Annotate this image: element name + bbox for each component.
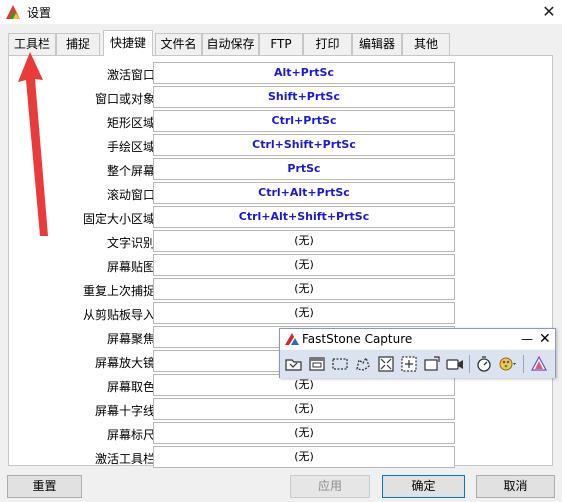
tab-capture[interactable]: 捕捉 bbox=[56, 33, 100, 56]
hotkey-row-fullscreen: 整个屏幕: PrtSc bbox=[9, 158, 554, 180]
hotkey-field[interactable]: PrtSc bbox=[153, 158, 455, 180]
toolbar-minimize-button[interactable]: — bbox=[521, 329, 533, 349]
hotkey-row-window-object: 窗口或对象: Shift+PrtSc bbox=[9, 86, 554, 108]
hotkey-row-scrolling: 滚动窗口: Ctrl+Alt+PrtSc bbox=[9, 182, 554, 204]
hotkey-field[interactable]: Ctrl+Shift+PrtSc bbox=[153, 134, 455, 156]
hotkey-field[interactable]: (无) bbox=[153, 254, 455, 276]
hotkey-row-fixed-region: 固定大小区域: Ctrl+Alt+Shift+PrtSc bbox=[9, 206, 554, 228]
hotkey-row-ruler: 屏幕标尺: (无) bbox=[9, 422, 554, 444]
hotkey-field[interactable]: Ctrl+Alt+PrtSc bbox=[153, 182, 455, 204]
hotkey-label: 窗口或对象: bbox=[94, 92, 159, 106]
hotkey-label: 屏幕取色: bbox=[106, 380, 159, 394]
hotkey-row-pin-screen: 屏幕贴图: (无) bbox=[9, 254, 554, 276]
faststone-logo-icon bbox=[285, 333, 299, 345]
hotkey-label: 屏幕贴图: bbox=[106, 260, 159, 274]
faststone-toolbar-tools bbox=[280, 350, 555, 378]
hotkey-label: 手绘区域: bbox=[106, 140, 159, 154]
tab-editor[interactable]: 编辑器 bbox=[352, 33, 402, 56]
hotkey-label: 固定大小区域: bbox=[82, 212, 159, 226]
cancel-button[interactable]: 取消 bbox=[476, 475, 555, 498]
hotkey-field[interactable]: Alt+PrtSc bbox=[153, 62, 455, 84]
open-folder-icon[interactable] bbox=[284, 354, 304, 374]
tab-hotkeys[interactable]: 快捷键 bbox=[103, 30, 153, 56]
hotkey-row-ocr: 文字识别: (无) bbox=[9, 230, 554, 252]
hotkey-field[interactable]: (无) bbox=[153, 398, 455, 420]
hotkey-label: 整个屏幕: bbox=[106, 164, 159, 178]
capture-window-icon[interactable] bbox=[307, 354, 327, 374]
hotkey-row-crosshair: 屏幕十字线: (无) bbox=[9, 398, 554, 420]
hotkey-row-import-clipboard: 从剪贴板导入: (无) bbox=[9, 302, 554, 324]
color-picker-icon[interactable] bbox=[497, 354, 517, 374]
window-title: 设置 bbox=[27, 6, 52, 20]
hotkey-row-freehand: 手绘区域: Ctrl+Shift+PrtSc bbox=[9, 134, 554, 156]
hotkey-row-rectangle: 矩形区域: Ctrl+PrtSc bbox=[9, 110, 554, 132]
hotkey-field[interactable]: (无) bbox=[153, 422, 455, 444]
hotkey-field[interactable]: (无) bbox=[153, 230, 455, 252]
hotkey-field[interactable]: Shift+PrtSc bbox=[153, 86, 455, 108]
capture-fixed-region-icon[interactable] bbox=[399, 354, 419, 374]
hotkey-field[interactable]: (无) bbox=[153, 446, 455, 468]
toolbar-separator bbox=[469, 355, 470, 373]
ok-button[interactable]: 确定 bbox=[382, 475, 465, 498]
tab-toolbar[interactable]: 工具栏 bbox=[8, 33, 56, 56]
toolbar-close-button[interactable]: ✕ bbox=[539, 329, 551, 349]
close-window-button[interactable]: ✕ bbox=[536, 0, 562, 24]
tab-ftp[interactable]: FTP bbox=[259, 33, 303, 56]
faststone-capture-toolbar[interactable]: FastStone Capture — ✕ bbox=[279, 328, 556, 378]
capture-scrolling-icon[interactable] bbox=[422, 354, 442, 374]
hotkey-label: 屏幕放大镜: bbox=[94, 356, 159, 370]
tab-filename[interactable]: 文件名 bbox=[155, 33, 202, 56]
reset-button[interactable]: 重置 bbox=[7, 475, 82, 498]
faststone-toolbar-header: FastStone Capture — ✕ bbox=[280, 329, 555, 349]
screen-record-icon[interactable] bbox=[445, 354, 465, 374]
hotkey-field[interactable]: Ctrl+PrtSc bbox=[153, 110, 455, 132]
hotkey-field[interactable]: (无) bbox=[153, 278, 455, 300]
capture-freehand-icon[interactable] bbox=[353, 354, 373, 374]
faststone-app-icon bbox=[6, 5, 20, 19]
hotkeys-panel: 激活窗口: Alt+PrtSc 窗口或对象: Shift+PrtSc 矩形区域:… bbox=[8, 55, 554, 468]
hotkey-label: 文字识别: bbox=[106, 236, 159, 250]
hotkey-label: 滚动窗口: bbox=[106, 188, 159, 202]
capture-rectangle-icon[interactable] bbox=[330, 354, 350, 374]
hotkey-label: 屏幕标尺: bbox=[106, 428, 159, 442]
capture-fullscreen-icon[interactable] bbox=[376, 354, 396, 374]
hotkey-label: 矩形区域: bbox=[106, 116, 159, 130]
hotkey-field[interactable]: Ctrl+Alt+Shift+PrtSc bbox=[153, 206, 455, 228]
hotkey-label: 从剪贴板导入: bbox=[82, 308, 159, 322]
settings-icon[interactable] bbox=[529, 354, 549, 374]
hotkey-label: 屏幕十字线: bbox=[94, 404, 159, 418]
hotkey-label: 屏幕聚焦: bbox=[106, 332, 159, 346]
tab-print[interactable]: 打印 bbox=[303, 33, 352, 56]
hotkey-row-repeat-last: 重复上次捕捉: (无) bbox=[9, 278, 554, 300]
tab-autosave[interactable]: 自动保存 bbox=[202, 33, 259, 56]
hotkey-row-activate-window: 激活窗口: Alt+PrtSc bbox=[9, 62, 554, 84]
delay-timer-icon[interactable] bbox=[474, 354, 494, 374]
hotkey-label: 激活窗口: bbox=[106, 68, 159, 82]
hotkey-row-activate-toolbar: 激活工具栏: (无) bbox=[9, 446, 554, 468]
hotkey-field[interactable]: (无) bbox=[153, 302, 455, 324]
apply-button[interactable]: 应用 bbox=[290, 475, 370, 498]
hotkey-label: 重复上次捕捉: bbox=[82, 284, 159, 298]
tab-other[interactable]: 其他 bbox=[402, 33, 450, 56]
toolbar-separator bbox=[523, 355, 524, 373]
title-bar: 设置 ✕ bbox=[0, 0, 562, 24]
hotkey-label: 激活工具栏: bbox=[94, 452, 159, 466]
faststone-toolbar-title: FastStone Capture bbox=[302, 332, 413, 346]
